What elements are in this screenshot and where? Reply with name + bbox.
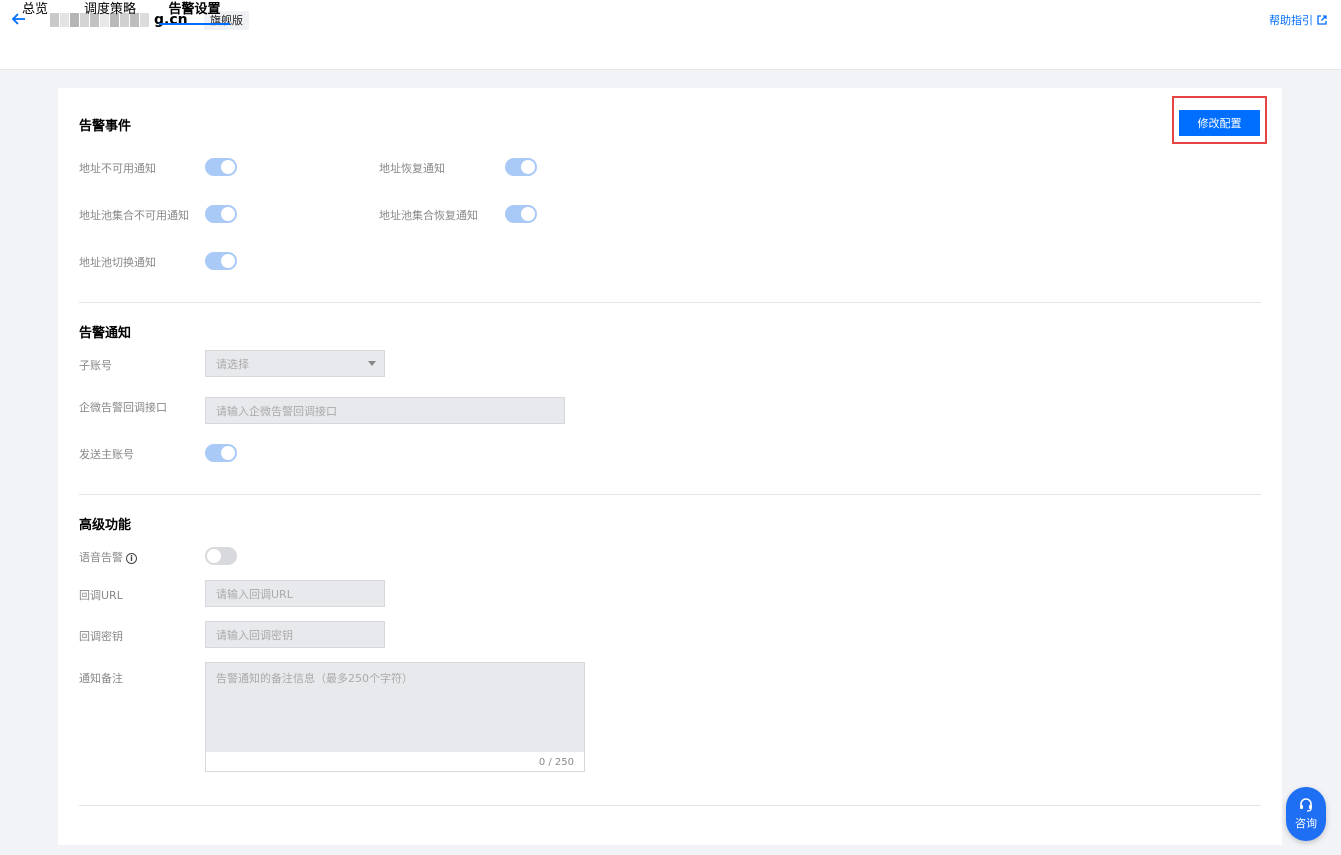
toggle-knob [221,207,235,221]
section-title-advanced: 高级功能 [79,518,132,533]
caret-down-icon [368,361,376,366]
toggle-knob [221,160,235,174]
divider [79,805,1261,806]
callback-url-input[interactable]: 请输入回调URL [205,580,385,607]
callback-url-placeholder: 请输入回调URL [216,587,293,601]
sub-account-label: 子账号 [79,359,112,372]
send-main-account-toggle[interactable] [205,444,237,462]
voice-alarm-toggle[interactable] [205,547,237,565]
consult-label: 咨询 [1295,817,1317,830]
wecom-callback-input[interactable]: 请输入企微告警回调接口 [205,397,565,424]
toggle-knob [207,549,221,563]
wecom-callback-placeholder: 请输入企微告警回调接口 [216,404,337,418]
toggle-knob [521,207,535,221]
pool-set-recovery-toggle[interactable] [505,205,537,223]
toggle-knob [221,254,235,268]
top-bar: g.cn 旗舰版 帮助指引 总览 调度策略 告警设置 [0,0,1341,70]
addr-unavailable-label: 地址不可用通知 [79,162,156,175]
callback-key-label: 回调密钥 [79,630,123,643]
counter-bar [206,752,584,771]
notify-remark-label: 通知备注 [79,672,123,685]
addr-unavailable-toggle[interactable] [205,158,237,176]
consult-button[interactable]: 咨询 [1286,787,1326,841]
headset-icon [1300,798,1312,812]
send-main-account-label: 发送主账号 [79,448,134,461]
voice-alarm-label-text: 语音告警 [79,551,123,564]
section-title-alarm-events: 告警事件 [79,119,132,134]
help-link-label: 帮助指引 [1269,14,1313,27]
divider [79,494,1261,495]
pool-set-unavailable-label: 地址池集合不可用通知 [79,209,189,222]
external-link-icon [1317,15,1327,25]
notify-remark-placeholder: 告警通知的备注信息（最多250个字符） [216,672,413,685]
edit-config-button[interactable]: 修改配置 [1179,110,1260,136]
pool-switch-toggle[interactable] [205,252,237,270]
toggle-knob [221,446,235,460]
callback-key-input[interactable]: 请输入回调密钥 [205,621,385,648]
divider [79,302,1261,303]
tab-overview[interactable]: 总览 [10,0,60,25]
callback-url-label: 回调URL [79,589,123,602]
callback-key-placeholder: 请输入回调密钥 [216,628,293,642]
voice-alarm-label: 语音告警 i [79,549,137,565]
help-link[interactable]: 帮助指引 [1269,12,1327,28]
pool-set-unavailable-toggle[interactable] [205,205,237,223]
section-title-alarm-notify: 告警通知 [79,326,132,341]
wecom-callback-label: 企微告警回调接口 [79,401,167,414]
pool-set-recovery-label: 地址池集合恢复通知 [379,209,478,222]
redacted-block [60,13,69,27]
char-counter: 0 / 250 [538,757,574,768]
pool-switch-label: 地址池切换通知 [79,256,156,269]
notify-remark-textarea[interactable]: 告警通知的备注信息（最多250个字符） 0 / 250 [205,662,585,772]
addr-recovery-toggle[interactable] [505,158,537,176]
sub-account-placeholder: 请选择 [216,357,249,371]
info-icon[interactable]: i [126,552,137,564]
sub-account-select[interactable]: 请选择 [205,350,385,377]
tab-scheduling-policy[interactable]: 调度策略 [72,0,148,25]
addr-recovery-label: 地址恢复通知 [379,162,445,175]
tab-alarm-settings[interactable]: 告警设置 [159,0,230,25]
toggle-knob [521,160,535,174]
